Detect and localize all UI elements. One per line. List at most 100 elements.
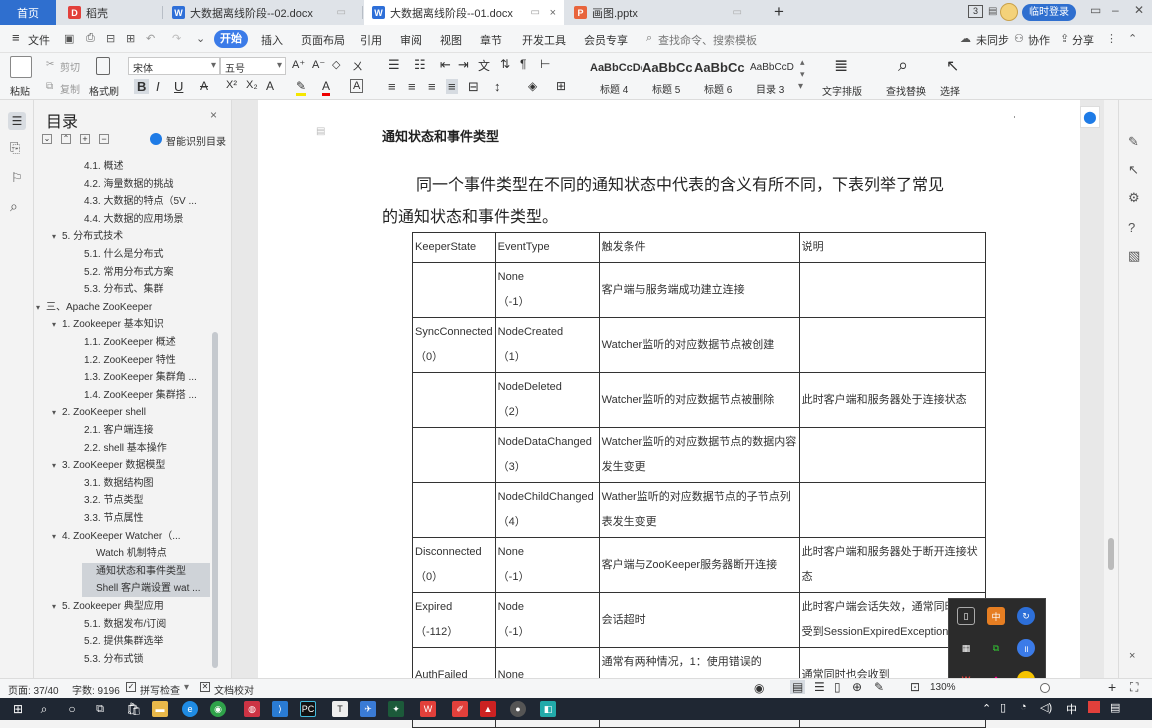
style-heading4-preview[interactable]: AaBbCcDd [590,62,642,74]
tab-developer[interactable]: 开发工具 [522,32,566,48]
toc-item[interactable]: 3.2. 节点类型 [84,492,143,509]
tab-insert[interactable]: 插入 [261,32,283,48]
bookmark-icon[interactable]: ⚐ [11,170,23,186]
show-hidden-icons[interactable]: ⌃ [982,702,991,715]
sort-icon[interactable]: ⇅ [500,57,510,71]
export-pdf-icon[interactable]: ⎙ [86,32,95,45]
toc-item[interactable]: 4.4. 大数据的应用场景 [84,211,183,228]
chinese-layout-icon[interactable]: 文 [478,57,490,74]
cut-button[interactable]: 剪切 [60,59,80,74]
eye-protect-icon[interactable]: ◉ [754,681,764,695]
expand-all-icon[interactable]: ⌃ [61,134,71,144]
toc-item[interactable]: 5.2. 提供集群选举 [84,633,163,650]
copy-button[interactable]: 复制 [60,81,80,96]
tab-doc-01[interactable]: W 大数据离线阶段--01.docx ▭ × [364,0,564,25]
toc-item[interactable]: 5.3. 分布式、集群 [84,281,163,298]
vscode-icon[interactable]: ⟩ [272,701,288,717]
page-view-icon[interactable]: ▤ [790,680,806,694]
collapse-ribbon-icon[interactable]: ⌃ [1128,32,1137,45]
tab-chapter[interactable]: 章节 [480,32,502,48]
chapter-nav-icon[interactable]: ⎘ [10,140,20,156]
pycharm-icon[interactable]: PC [300,701,316,717]
font-effect-icon[interactable]: A [266,79,274,93]
tab-view[interactable]: 视图 [440,32,462,48]
shading-icon[interactable]: ◈ [528,79,537,93]
select-button[interactable]: 选择 [940,83,960,98]
ime-tray-icon[interactable]: 中 [987,607,1005,625]
search-pane-icon[interactable]: ⌕ [10,198,18,215]
toc-item[interactable]: 4.3. 大数据的特点（5V ... [84,193,197,210]
tab-doc-02[interactable]: W 大数据离线阶段--02.docx ▭ [164,0,360,25]
chevron-down-icon[interactable]: ▾ [52,457,62,474]
highlight-icon[interactable]: ✎ [296,79,307,96]
windows-start-icon[interactable]: ⊞ [10,701,26,717]
notification-icon[interactable]: ▤ [1110,701,1120,714]
collab-button[interactable]: 协作 [1028,32,1050,48]
typora-icon[interactable]: T [332,701,348,717]
write-view-icon[interactable]: ✎ [874,680,884,694]
spell-check-button[interactable]: 拼写检查 [140,682,180,697]
subscript-icon[interactable]: X₂ [246,79,258,91]
close-icon[interactable]: × [210,108,217,122]
smart-toc-button[interactable]: 智能识别目录 [166,133,226,148]
numbered-list-icon[interactable]: ☷ [414,57,426,73]
apps-icon[interactable]: ▦ [957,639,975,657]
cursor-icon[interactable]: ↖ [946,56,959,76]
obs-icon[interactable]: ● [510,701,526,717]
copy-icon[interactable]: ⧉ [46,81,53,92]
page-indicator[interactable]: 页面: 37/40 [8,682,59,697]
toc-item[interactable]: 3.1. 数据结构图 [84,475,153,492]
more-icon[interactable]: ⋮ [1106,32,1117,45]
gitkraken-icon[interactable]: ✦ [388,701,404,717]
command-search-input[interactable]: 查找命令、搜索模板 [658,32,757,48]
fit-page-icon[interactable]: ⊡ [910,680,920,694]
toc-item[interactable]: 5.2. 常用分布式方案 [84,264,173,281]
toc-item[interactable]: 1.3. ZooKeeper 集群角 ... [84,369,197,386]
find-icon[interactable]: ⌕ [898,55,908,76]
document-scrollbar-thumb[interactable] [1108,538,1114,570]
store-icon[interactable]: 🛍 [126,701,142,717]
toc-item[interactable]: 2.2. shell 基本操作 [84,440,167,457]
zoom-in-icon[interactable]: + [1108,679,1116,695]
tab-pin-icon[interactable]: ▭ [531,7,540,18]
line-spacing-icon[interactable]: ↕ [494,79,501,94]
collapse-all-icon[interactable]: ⌄ [42,134,52,144]
toc-item[interactable]: 3.3. 节点属性 [84,510,143,527]
toc-item[interactable]: Shell 客户端设置 wat ... [82,580,210,598]
text-layout-icon[interactable]: ≣ [834,56,848,76]
align-right-icon[interactable]: ≡ [428,79,436,94]
outline-view-icon[interactable]: ☰ [814,680,825,694]
tab-page-layout[interactable]: 页面布局 [301,32,345,48]
toc-item[interactable]: 通知状态和事件类型 [82,562,210,580]
pdf-icon[interactable]: ▲ [480,701,496,717]
superscript-icon[interactable]: X² [226,79,237,91]
chevron-down-icon[interactable]: ▾ [52,404,62,421]
search-icon[interactable]: ⌕ [36,701,52,717]
style-scroll-up-icon[interactable]: ▴ [800,57,805,68]
tab-docer[interactable]: D 稻壳 [60,0,160,25]
phonetic-icon[interactable]: ㄨ [352,58,363,74]
feishu-icon[interactable]: ✈ [360,701,376,717]
chevron-down-icon[interactable]: ▾ [52,598,62,615]
network-icon[interactable]: ▯ [1000,701,1006,714]
toc-item[interactable]: 5.3. 分布式锁 [84,651,143,668]
tab-home[interactable]: 首页 [0,0,56,25]
strikethrough-icon[interactable]: A [200,79,208,93]
grow-font-icon[interactable]: A⁺ [292,58,305,71]
fullscreen-icon[interactable]: ⛶ [1130,680,1138,695]
style-heading6-preview[interactable]: AaBbCc [694,60,746,75]
tab-references[interactable]: 引用 [360,32,382,48]
cortana-icon[interactable]: ○ [64,701,80,717]
edge-icon[interactable]: e [182,701,198,717]
paragraph-handle-icon[interactable]: ▤ [316,126,325,137]
help-icon[interactable]: ? [1128,220,1135,235]
toc-item[interactable]: ▾ 2. ZooKeeper shell [52,404,146,421]
restore-down-icon[interactable]: ▭ [1090,3,1101,17]
toc-item[interactable]: ▾ 3. ZooKeeper 数据模型 [52,457,165,474]
ime-indicator[interactable]: 中 [1066,701,1077,717]
save-icon[interactable]: ▣ [64,32,74,45]
increase-indent-icon[interactable]: ⇥ [458,57,469,73]
task-view-icon[interactable]: ⧉ [92,701,108,717]
font-size-select[interactable]: 五号 ▾ [220,57,286,75]
justify-icon[interactable]: ≡ [446,79,458,94]
